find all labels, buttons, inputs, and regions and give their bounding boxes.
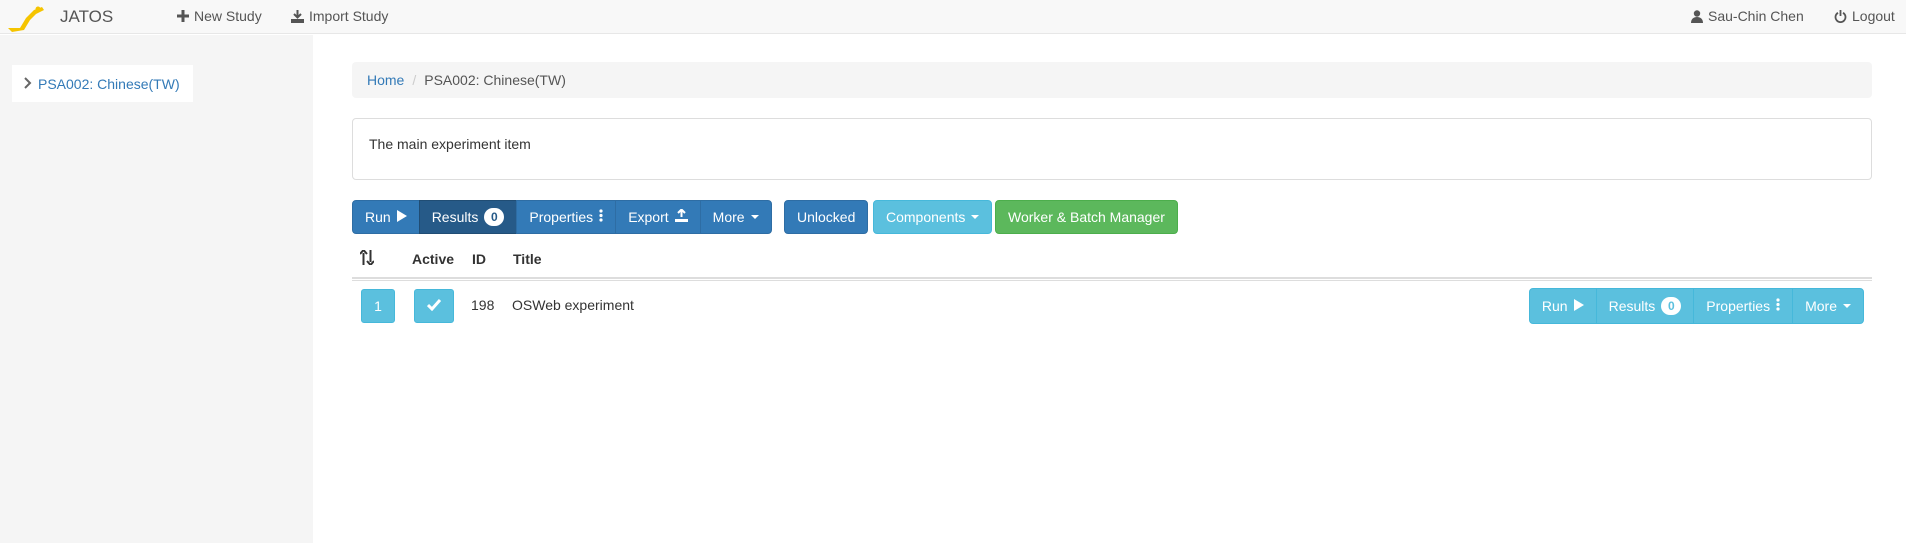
components-table-header: Active ID Title: [352, 243, 1872, 279]
breadcrumb-home[interactable]: Home: [367, 72, 404, 88]
results-label: Results: [431, 209, 479, 225]
logout-label: Logout: [1852, 8, 1895, 24]
sidebar-item-study[interactable]: PSA002: Chinese(TW): [12, 65, 193, 102]
sidebar-item-label: PSA002: Chinese(TW): [38, 75, 180, 92]
caret-down-icon: [750, 215, 759, 219]
position-button[interactable]: 1: [361, 289, 395, 323]
components-dropdown-button[interactable]: Components: [873, 200, 993, 234]
new-study-link[interactable]: New Study: [177, 8, 262, 24]
header-active: Active: [412, 251, 455, 267]
plus-icon: [177, 10, 189, 22]
row-results-count-badge: 0: [1661, 297, 1682, 315]
unlocked-label: Unlocked: [797, 209, 856, 225]
worker-batch-manager-button[interactable]: Worker & Batch Manager: [995, 200, 1178, 234]
breadcrumb-separator: /: [412, 72, 417, 88]
header-title: Title: [513, 251, 542, 267]
check-icon: [426, 298, 442, 314]
import-study-link[interactable]: Import Study: [291, 8, 388, 24]
component-title: OSWeb experiment: [512, 297, 634, 313]
export-icon: [674, 208, 688, 225]
user-link[interactable]: Sau-Chin Chen: [1691, 8, 1804, 24]
worker-batch-label: Worker & Batch Manager: [1008, 209, 1165, 225]
row-actions: Run Results 0 Properties More: [1528, 288, 1864, 324]
user-name: Sau-Chin Chen: [1708, 8, 1804, 24]
row-run-button[interactable]: Run: [1528, 288, 1597, 324]
row-properties-label: Properties: [1706, 298, 1771, 314]
logout-link[interactable]: Logout: [1834, 8, 1895, 24]
properties-label: Properties: [529, 209, 594, 225]
results-button[interactable]: Results 0: [418, 200, 518, 234]
play-icon: [396, 209, 407, 225]
row-run-label: Run: [1541, 298, 1568, 314]
breadcrumb-current: PSA002: Chinese(TW): [424, 72, 566, 88]
power-icon: [1834, 9, 1847, 23]
more-dropdown-button[interactable]: More: [699, 200, 772, 234]
user-icon: [1691, 9, 1703, 23]
run-label: Run: [365, 209, 391, 225]
results-count-badge: 0: [484, 208, 505, 226]
component-id: 198: [471, 297, 495, 313]
sidebar: PSA002: Chinese(TW): [0, 35, 313, 543]
table-row: 1 198 OSWeb experiment Run Results 0 Pro…: [352, 280, 1872, 330]
caret-down-icon: [971, 215, 980, 219]
export-button[interactable]: Export: [615, 200, 701, 234]
run-button[interactable]: Run: [352, 200, 420, 234]
export-label: Export: [628, 209, 669, 225]
brand-title[interactable]: JATOS: [60, 7, 113, 27]
unlocked-button[interactable]: Unlocked: [784, 200, 869, 234]
chevron-right-icon: [24, 76, 32, 92]
sort-icon[interactable]: [359, 248, 375, 268]
import-icon: [291, 9, 304, 23]
study-description: The main experiment item: [352, 118, 1872, 180]
vertical-ellipsis-icon: [599, 209, 603, 225]
jatos-logo-icon[interactable]: [6, 4, 46, 32]
header-id: ID: [472, 251, 486, 267]
caret-down-icon: [1843, 304, 1851, 308]
more-label: More: [712, 209, 745, 225]
active-toggle-button[interactable]: [414, 289, 454, 323]
properties-button[interactable]: Properties: [516, 200, 617, 234]
vertical-ellipsis-icon: [1776, 298, 1780, 314]
components-label: Components: [886, 209, 966, 225]
import-study-label: Import Study: [309, 8, 389, 24]
row-results-button[interactable]: Results 0: [1595, 288, 1695, 324]
row-results-label: Results: [1608, 298, 1656, 314]
play-icon: [1573, 298, 1584, 314]
row-more-label: More: [1805, 298, 1837, 314]
row-more-dropdown-button[interactable]: More: [1792, 288, 1864, 324]
new-study-label: New Study: [194, 8, 262, 24]
study-toolbar: Run Results 0 Properties Export More: [352, 200, 772, 234]
navbar: JATOS New Study Import Study Sau-Chin Ch…: [0, 0, 1906, 34]
breadcrumb: Home / PSA002: Chinese(TW): [352, 62, 1872, 98]
row-properties-button[interactable]: Properties: [1693, 288, 1794, 324]
